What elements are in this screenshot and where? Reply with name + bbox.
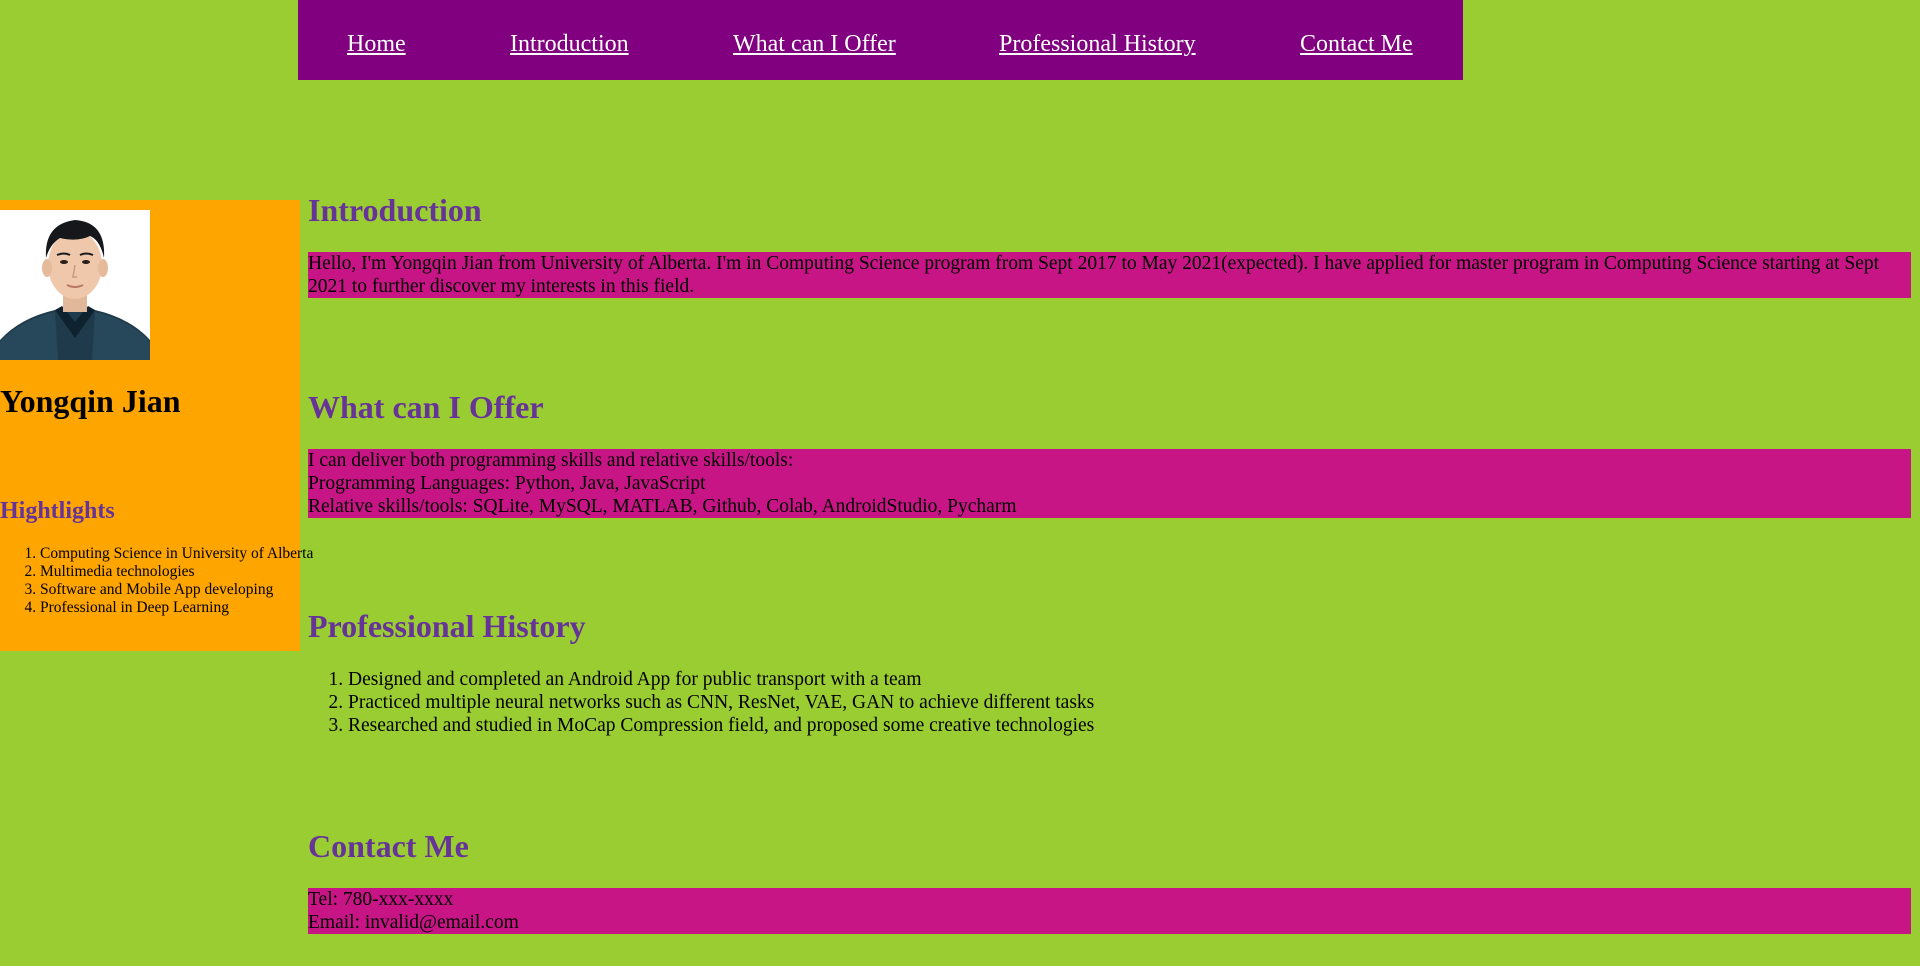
history-item: Researched and studied in MoCap Compress… — [348, 714, 1094, 737]
contact-email: Email: invalid@email.com — [308, 912, 519, 933]
nav-link-home[interactable]: Home — [347, 29, 406, 59]
offer-text: I can deliver both programming skills an… — [308, 449, 1911, 518]
nav-link-contact[interactable]: Contact Me — [1300, 29, 1413, 59]
profile-name: Yongqin Jian — [0, 383, 181, 419]
nav-link-introduction[interactable]: Introduction — [510, 29, 629, 59]
highlight-item: Computing Science in University of Alber… — [40, 545, 330, 563]
introduction-paragraph: Hello, I'm Yongqin Jian from University … — [308, 253, 1880, 297]
history-list: Designed and completed an Android App fo… — [308, 668, 1094, 737]
highlight-item: Professional in Deep Learning — [40, 599, 330, 617]
highlight-item: Software and Mobile App developing — [40, 581, 330, 599]
history-item: Practiced multiple neural networks such … — [348, 691, 1094, 714]
profile-photo — [0, 210, 150, 360]
history-heading: Professional History — [308, 608, 586, 644]
contact-tel: Tel: 780-xxx-xxxx — [308, 889, 454, 910]
contact-heading: Contact Me — [308, 828, 469, 864]
contact-info: Tel: 780-xxx-xxxx Email: invalid@email.c… — [308, 888, 1911, 934]
introduction-text: Hello, I'm Yongqin Jian from University … — [308, 252, 1911, 298]
nav-link-offer[interactable]: What can I Offer — [733, 29, 896, 59]
offer-heading: What can I Offer — [308, 389, 544, 425]
offer-line: Relative skills/tools: SQLite, MySQL, MA… — [308, 496, 1017, 517]
sidebar: Yongqin Jian Hightlights Computing Scien… — [0, 200, 313, 651]
nav-link-history[interactable]: Professional History — [999, 29, 1196, 59]
offer-line: I can deliver both programming skills an… — [308, 450, 794, 471]
history-item: Designed and completed an Android App fo… — [348, 668, 1094, 691]
highlight-item: Multimedia technologies — [40, 563, 330, 581]
introduction-heading: Introduction — [308, 192, 482, 228]
highlights-heading: Hightlights — [0, 498, 115, 524]
avatar — [0, 210, 150, 360]
highlights-list: Computing Science in University of Alber… — [0, 545, 330, 617]
offer-line: Programming Languages: Python, Java, Jav… — [308, 473, 706, 494]
top-nav: Home Introduction What can I Offer Profe… — [298, 0, 1463, 80]
